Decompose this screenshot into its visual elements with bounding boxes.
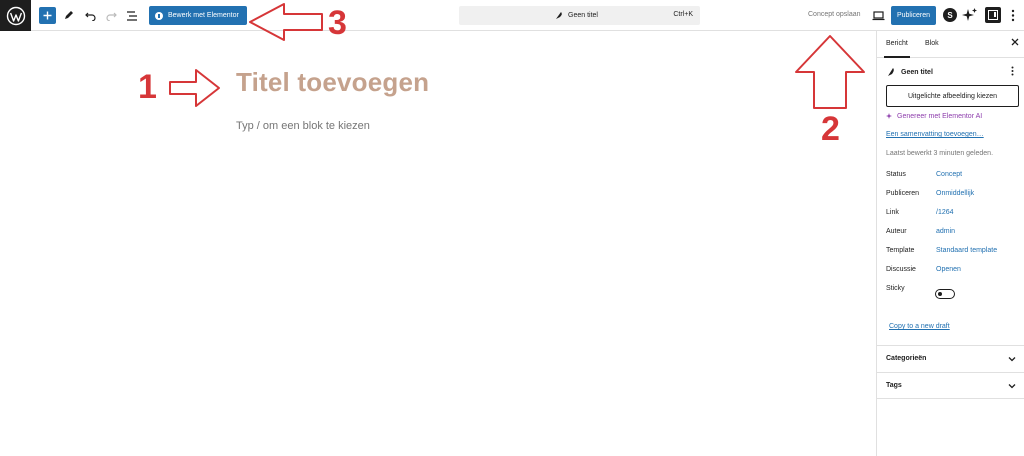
ai-sparkle-icon	[886, 113, 892, 119]
edit-with-elementor-label: Bewerk met Elementor	[168, 12, 239, 19]
categories-panel-label: Categorieën	[886, 355, 927, 362]
plugin-s-button[interactable]: S	[943, 8, 957, 22]
edit-with-elementor-button[interactable]: Bewerk met Elementor	[149, 6, 247, 25]
ai-assistant-button[interactable]	[962, 7, 978, 23]
settings-sidebar-toggle[interactable]	[985, 7, 1001, 23]
undo-button[interactable]	[82, 7, 99, 24]
meta-label-status: Status	[886, 171, 906, 178]
publish-button[interactable]: Publiceren	[891, 6, 936, 25]
add-summary-link[interactable]: Een samenvatting toevoegen…	[886, 131, 984, 138]
meta-label-sticky: Sticky	[886, 285, 905, 292]
block-appender[interactable]: Typ / om een blok te kiezen	[236, 120, 370, 132]
categories-panel-toggle[interactable]: Categorieën	[877, 345, 1024, 372]
annotation-number-3: 3	[328, 4, 347, 42]
chevron-down-icon	[1008, 357, 1016, 362]
meta-label-template: Template	[886, 247, 915, 254]
preview-button[interactable]	[872, 9, 885, 22]
editor-toolbar: Bewerk met Elementor Geen titel Ctrl+K C…	[0, 0, 1024, 31]
plugin-s-icon: S	[947, 10, 953, 20]
laptop-icon	[872, 11, 885, 21]
meta-value-author[interactable]: admin	[936, 228, 955, 235]
annotation-number-1: 1	[138, 68, 157, 106]
post-summary-title-text: Geen titel	[901, 68, 933, 76]
settings-sidebar: Bericht Blok Geen titel Uitgelichte afbe…	[876, 31, 1024, 456]
command-title-text: Geen titel	[568, 12, 598, 19]
tools-button[interactable]	[60, 7, 77, 24]
kebab-icon	[1011, 66, 1014, 76]
generate-elementor-ai-label: Genereer met Elementor AI	[897, 113, 983, 120]
chevron-down-icon	[1008, 384, 1016, 389]
tags-panel-label: Tags	[886, 382, 902, 389]
feather-icon	[888, 68, 894, 76]
post-actions-button[interactable]	[1010, 66, 1015, 78]
wordpress-logo-button[interactable]	[0, 0, 31, 31]
undo-icon	[85, 12, 96, 21]
sidebar-icon	[988, 10, 998, 20]
editor-canvas[interactable]: Titel toevoegen Typ / om een blok te kie…	[0, 31, 876, 456]
meta-value-link[interactable]: /1264	[936, 209, 954, 216]
post-title-input[interactable]: Titel toevoegen	[236, 67, 429, 98]
generate-elementor-ai-link[interactable]: Genereer met Elementor AI	[886, 113, 982, 120]
sparkle-icon	[962, 8, 977, 21]
command-title: Geen titel	[555, 11, 598, 20]
sidebar-tabs: Bericht Blok	[877, 31, 1024, 58]
add-block-button[interactable]	[39, 7, 56, 24]
document-overview-button[interactable]	[124, 7, 141, 24]
kebab-icon	[1011, 9, 1015, 22]
meta-label-link: Link	[886, 209, 899, 216]
elementor-icon	[155, 11, 163, 20]
close-icon	[1011, 38, 1019, 46]
redo-icon	[106, 12, 117, 21]
meta-value-template[interactable]: Standaard template	[936, 247, 997, 254]
tags-panel-toggle[interactable]: Tags	[877, 372, 1024, 399]
save-draft-button[interactable]: Concept opslaan	[808, 11, 861, 18]
annotation-number-2: 2	[821, 110, 840, 148]
meta-label-discussion: Discussie	[886, 266, 916, 273]
post-summary-title: Geen titel	[887, 67, 933, 77]
meta-value-publish[interactable]: Onmiddellijk	[936, 190, 974, 197]
command-shortcut: Ctrl+K	[673, 11, 693, 18]
meta-label-author: Auteur	[886, 228, 907, 235]
close-sidebar-button[interactable]	[1011, 38, 1019, 48]
meta-value-discussion[interactable]: Openen	[936, 266, 961, 273]
wordpress-icon	[6, 6, 25, 25]
tab-post[interactable]: Bericht	[884, 40, 910, 58]
tab-block[interactable]: Blok	[925, 40, 939, 47]
feather-icon	[556, 12, 562, 19]
sticky-toggle[interactable]	[935, 289, 955, 299]
copy-to-new-draft-link[interactable]: Copy to a new draft	[889, 323, 950, 330]
meta-label-publish: Publiceren	[886, 190, 920, 197]
pencil-icon	[65, 11, 73, 19]
command-palette-bar[interactable]: Geen titel Ctrl+K	[459, 6, 700, 25]
list-view-icon	[127, 10, 137, 21]
options-menu-button[interactable]	[1010, 9, 1016, 22]
meta-value-status[interactable]: Concept	[936, 171, 962, 178]
last-edited-text: Laatst bewerkt 3 minuten geleden.	[886, 150, 994, 157]
plus-icon	[43, 11, 52, 20]
redo-button[interactable]	[103, 7, 120, 24]
featured-image-button[interactable]: Uitgelichte afbeelding kiezen	[886, 85, 1019, 107]
